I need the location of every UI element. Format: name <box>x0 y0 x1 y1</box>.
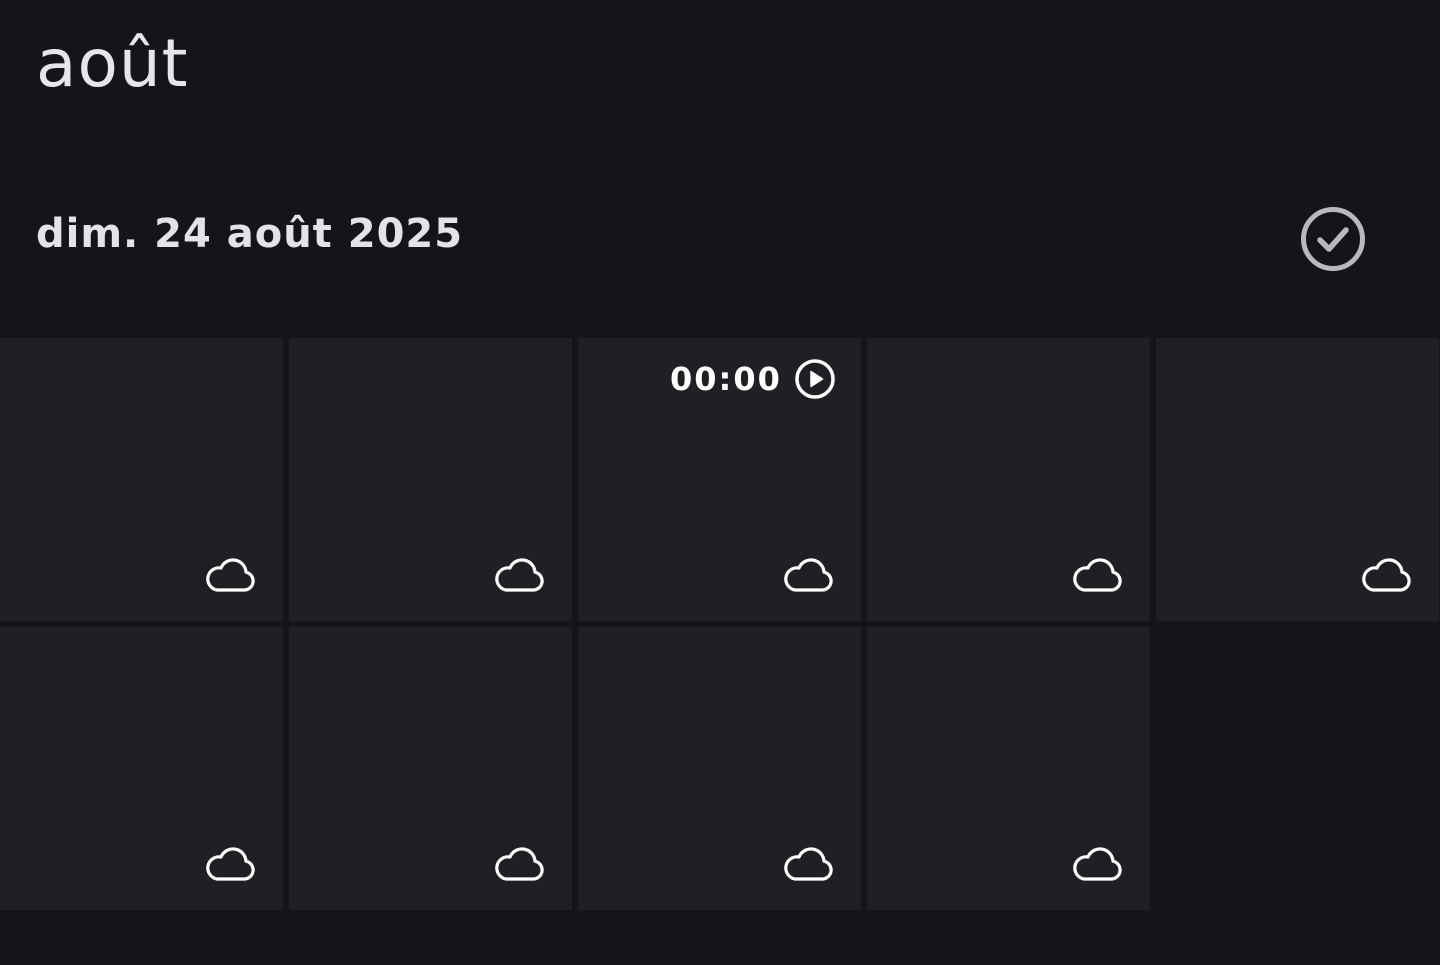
check-circle-icon[interactable] <box>1299 205 1367 273</box>
cloud-icon <box>495 847 544 881</box>
photo-tile[interactable] <box>867 627 1150 910</box>
video-duration: 00:00 <box>670 360 782 398</box>
cloud-icon <box>206 558 255 592</box>
photo-tile[interactable] <box>0 338 283 621</box>
cloud-icon <box>784 558 833 592</box>
photo-tile[interactable] <box>867 338 1150 621</box>
photo-tile[interactable] <box>289 627 572 910</box>
play-circle-icon <box>795 359 835 399</box>
date-section-header: dim. 24 août 2025 <box>36 211 464 257</box>
video-badge: 00:00 <box>670 358 836 400</box>
cloud-icon <box>495 558 544 592</box>
photo-grid: 00:00 <box>0 338 1440 910</box>
cloud-icon <box>784 847 833 881</box>
gallery-page: août dim. 24 août 2025 00:00 <box>0 0 1440 965</box>
cloud-icon <box>1073 847 1122 881</box>
video-tile[interactable]: 00:00 <box>578 338 861 621</box>
photo-tile[interactable] <box>1156 338 1439 621</box>
cloud-icon <box>1362 558 1411 592</box>
photo-tile[interactable] <box>578 627 861 910</box>
cloud-icon <box>1073 558 1122 592</box>
photo-tile[interactable] <box>289 338 572 621</box>
month-title: août <box>36 25 189 102</box>
photo-tile[interactable] <box>0 627 283 910</box>
cloud-icon <box>206 847 255 881</box>
